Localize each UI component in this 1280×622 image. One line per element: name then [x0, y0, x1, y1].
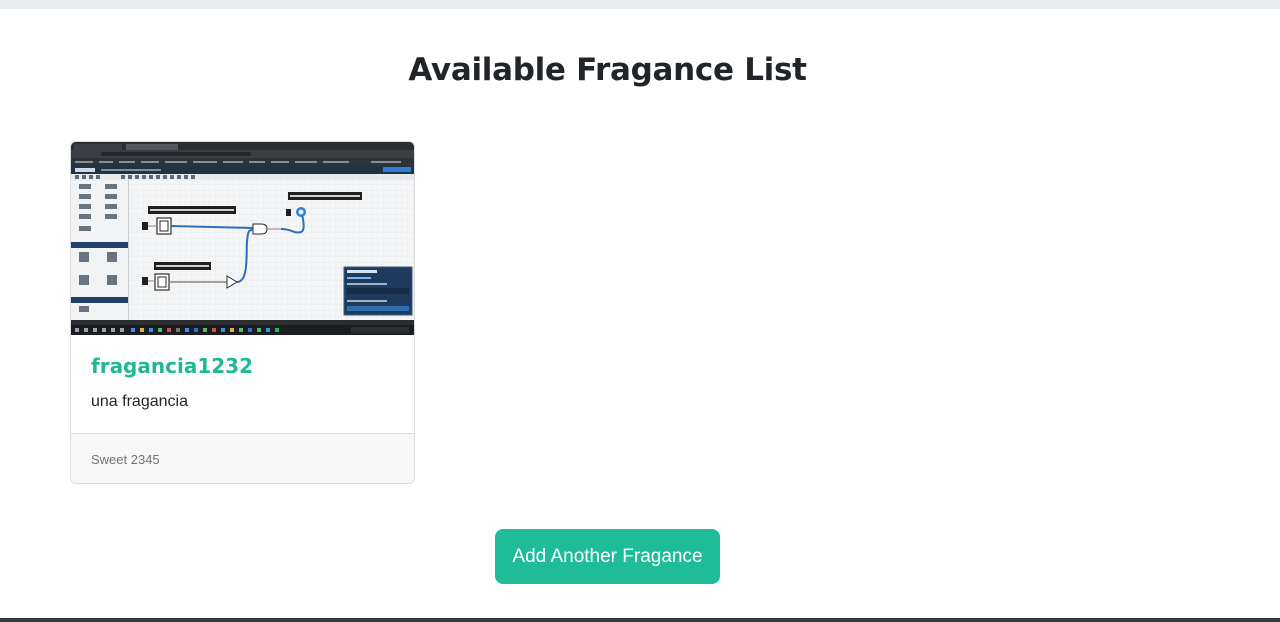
- fragrance-category: Sweet 2345: [91, 452, 160, 467]
- fragrance-description: una fragancia: [91, 393, 188, 410]
- page-title: Available Fragance List: [408, 52, 807, 88]
- top-nav-bar: [0, 0, 1280, 9]
- card-body: fragancia1232 una fragancia: [71, 335, 414, 433]
- fragrance-name: fragancia1232: [91, 354, 253, 378]
- card-footer: Sweet 2345: [71, 433, 414, 483]
- add-fragrance-button[interactable]: Add Another Fragance: [495, 529, 720, 584]
- card-image: [71, 142, 414, 335]
- fragrance-card: fragancia1232 una fragancia Sweet 2345: [70, 141, 415, 484]
- footer-bar: [0, 618, 1280, 622]
